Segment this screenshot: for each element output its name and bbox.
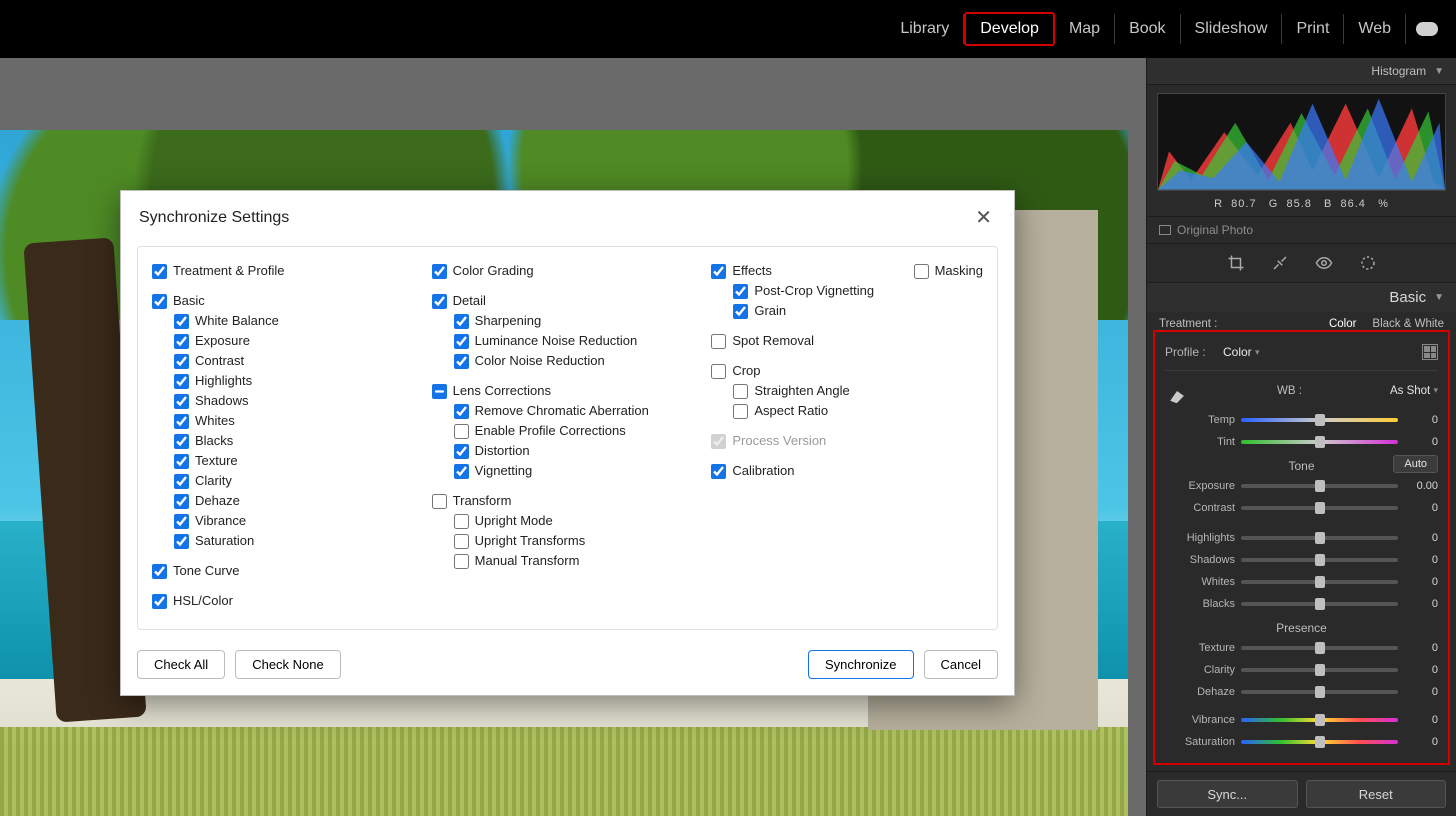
redeye-tool-icon[interactable] (1315, 254, 1333, 272)
module-print[interactable]: Print (1282, 14, 1344, 44)
dialog-title: Synchronize Settings (139, 209, 289, 227)
module-book[interactable]: Book (1115, 14, 1180, 44)
chk-colnr[interactable] (454, 354, 469, 369)
auto-tone-button[interactable]: Auto (1393, 455, 1438, 473)
chk-lens[interactable] (432, 384, 447, 399)
chk-hsl[interactable] (152, 594, 167, 609)
chk-grain[interactable] (733, 304, 748, 319)
crop-tool-icon[interactable] (1227, 254, 1245, 272)
histogram-label: Histogram (1371, 64, 1426, 78)
chk-process (711, 434, 726, 449)
tint-slider[interactable] (1241, 440, 1398, 444)
chk-wb[interactable] (174, 314, 189, 329)
chk-contrast[interactable] (174, 354, 189, 369)
chk-transform[interactable] (432, 494, 447, 509)
vibrance-slider[interactable] (1241, 718, 1398, 722)
shadows-slider[interactable] (1241, 558, 1398, 562)
whites-slider[interactable] (1241, 580, 1398, 584)
chk-aspect[interactable] (733, 404, 748, 419)
module-develop[interactable]: Develop (964, 12, 1055, 46)
module-web[interactable]: Web (1344, 14, 1406, 44)
texture-slider[interactable] (1241, 646, 1398, 650)
treatment-bw[interactable]: Black & White (1372, 318, 1444, 330)
checkbox-icon (1159, 225, 1171, 235)
chk-treatment[interactable] (152, 264, 167, 279)
profile-select[interactable]: Color ▾ (1223, 345, 1260, 359)
histogram[interactable] (1157, 93, 1446, 191)
chk-postcrop[interactable] (733, 284, 748, 299)
chk-colorgrading[interactable] (432, 264, 447, 279)
chk-masking[interactable] (914, 264, 929, 279)
chk-uptrans[interactable] (454, 534, 469, 549)
synchronize-button[interactable]: Synchronize (808, 650, 914, 679)
chk-vignetting[interactable] (454, 464, 469, 479)
chk-exposure[interactable] (174, 334, 189, 349)
healing-tool-icon[interactable] (1271, 254, 1289, 272)
tool-strip (1147, 244, 1456, 283)
chk-enableprof[interactable] (454, 424, 469, 439)
chk-vibrance[interactable] (174, 514, 189, 529)
synchronize-settings-dialog: Synchronize Settings ✕ Treatment & Profi… (120, 190, 1015, 696)
right-panel: Histogram ▼ R 80.7 G 85.8 B 86.4 % Origi… (1146, 58, 1456, 816)
wb-select[interactable]: As Shot ▾ (1390, 385, 1438, 397)
chk-saturation[interactable] (174, 534, 189, 549)
chk-shadows[interactable] (174, 394, 189, 409)
treatment-label: Treatment : (1159, 318, 1217, 330)
close-icon[interactable]: ✕ (971, 205, 996, 230)
check-all-button[interactable]: Check All (137, 650, 225, 679)
chk-upmode[interactable] (454, 514, 469, 529)
clarity-slider[interactable] (1241, 668, 1398, 672)
chk-blacks[interactable] (174, 434, 189, 449)
chk-clarity[interactable] (174, 474, 189, 489)
chk-whites[interactable] (174, 414, 189, 429)
chk-calibration[interactable] (711, 464, 726, 479)
chk-tonecurve[interactable] (152, 564, 167, 579)
chk-dehaze[interactable] (174, 494, 189, 509)
profile-label: Profile : (1165, 345, 1215, 359)
wb-label: WB : (1197, 385, 1382, 397)
temp-slider[interactable] (1241, 418, 1398, 422)
disclosure-triangle-icon: ▼ (1434, 66, 1444, 77)
dehaze-slider[interactable] (1241, 690, 1398, 694)
wb-eyedropper-icon[interactable] (1163, 377, 1191, 405)
original-photo-toggle[interactable]: Original Photo (1147, 216, 1456, 244)
profile-browser-icon[interactable] (1422, 344, 1438, 360)
chk-spot[interactable] (711, 334, 726, 349)
cancel-button[interactable]: Cancel (924, 650, 998, 679)
module-picker: Library Develop Map Book Slideshow Print… (0, 0, 1456, 58)
saturation-slider[interactable] (1241, 740, 1398, 744)
chk-highlights[interactable] (174, 374, 189, 389)
chk-texture[interactable] (174, 454, 189, 469)
module-slideshow[interactable]: Slideshow (1181, 14, 1283, 44)
module-map[interactable]: Map (1055, 14, 1115, 44)
chk-lumnr[interactable] (454, 334, 469, 349)
chk-sharpening[interactable] (454, 314, 469, 329)
chk-crop[interactable] (711, 364, 726, 379)
contrast-slider[interactable] (1241, 506, 1398, 510)
rgb-readout: R 80.7 G 85.8 B 86.4 % (1147, 195, 1456, 216)
sync-button[interactable]: Sync... (1157, 780, 1298, 808)
chk-basic[interactable] (152, 294, 167, 309)
basic-panel-highlight: Profile : Color ▾ WB : As Shot ▾ Temp0 T… (1153, 330, 1450, 765)
highlights-slider[interactable] (1241, 536, 1398, 540)
module-library[interactable]: Library (886, 14, 964, 44)
reset-button[interactable]: Reset (1306, 780, 1447, 808)
basic-panel-header[interactable]: Basic ▼ (1147, 283, 1456, 312)
exposure-slider[interactable] (1241, 484, 1398, 488)
chk-chroma[interactable] (454, 404, 469, 419)
chk-detail[interactable] (432, 294, 447, 309)
check-none-button[interactable]: Check None (235, 650, 341, 679)
histogram-header[interactable]: Histogram ▼ (1147, 58, 1456, 85)
blacks-slider[interactable] (1241, 602, 1398, 606)
masking-tool-icon[interactable] (1359, 254, 1377, 272)
cloud-sync-icon[interactable] (1416, 22, 1438, 36)
chk-distortion[interactable] (454, 444, 469, 459)
chk-manual[interactable] (454, 554, 469, 569)
treatment-color[interactable]: Color (1329, 318, 1356, 330)
disclosure-triangle-icon: ▼ (1434, 292, 1444, 303)
chk-straight[interactable] (733, 384, 748, 399)
chk-effects[interactable] (711, 264, 726, 279)
